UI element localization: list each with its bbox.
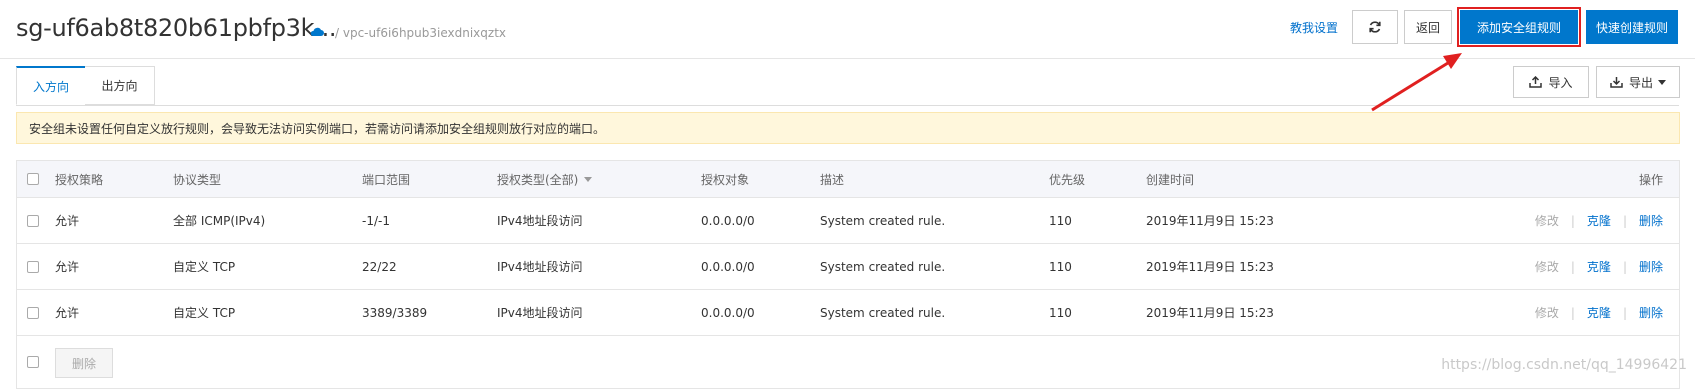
clone-action[interactable]: 克隆 bbox=[1587, 212, 1611, 229]
cell-created: 2019年11月9日 15:23 bbox=[1146, 260, 1274, 274]
cell-protocol: 自定义 TCP bbox=[173, 260, 236, 274]
page-header: sg-uf6ab8t820b61pbfp3k... / vpc-uf6i6hpu… bbox=[0, 0, 1695, 59]
warning-notice: 安全组未设置任何自定义放行规则，会导致无法访问实例端口，若需访问请添加安全组规则… bbox=[16, 112, 1680, 144]
filter-caret-icon bbox=[584, 176, 593, 182]
batch-delete-button[interactable]: 删除 bbox=[55, 348, 113, 378]
download-icon bbox=[1610, 77, 1623, 88]
cell-port: -1/-1 bbox=[362, 213, 390, 228]
select-all-checkbox[interactable] bbox=[27, 173, 39, 185]
cell-priority: 110 bbox=[1049, 259, 1072, 274]
add-security-rule-button[interactable]: 添加安全组规则 bbox=[1460, 10, 1578, 44]
clone-action[interactable]: 克隆 bbox=[1587, 304, 1611, 321]
delete-action[interactable]: 删除 bbox=[1639, 304, 1663, 321]
cell-object: 0.0.0.0/0 bbox=[701, 259, 755, 274]
cell-policy: 允许 bbox=[55, 260, 80, 274]
cell-auth-type: IPv4地址段访问 bbox=[497, 306, 583, 320]
row-checkbox[interactable] bbox=[27, 260, 39, 273]
delete-action[interactable]: 删除 bbox=[1639, 212, 1663, 229]
col-priority: 优先级 bbox=[1049, 172, 1086, 187]
page-title: sg-uf6ab8t820b61pbfp3k... bbox=[16, 14, 337, 42]
col-created: 创建时间 bbox=[1146, 172, 1195, 187]
export-label: 导出 bbox=[1628, 75, 1653, 90]
cell-protocol: 自定义 TCP bbox=[173, 306, 236, 320]
col-port: 端口范围 bbox=[362, 172, 411, 187]
cell-desc: System created rule. bbox=[820, 259, 946, 274]
notice-text: 安全组未设置任何自定义放行规则，会导致无法访问实例端口，若需访问请添加安全组规则… bbox=[29, 121, 606, 136]
tab-inbound[interactable]: 入方向 bbox=[16, 66, 86, 105]
cell-policy: 允许 bbox=[55, 306, 80, 320]
cell-port: 22/22 bbox=[362, 259, 397, 274]
cell-desc: System created rule. bbox=[820, 213, 946, 228]
cell-auth-type: IPv4地址段访问 bbox=[497, 214, 583, 228]
cell-auth-type: IPv4地址段访问 bbox=[497, 260, 583, 274]
cell-object: 0.0.0.0/0 bbox=[701, 213, 755, 228]
cell-created: 2019年11月9日 15:23 bbox=[1146, 306, 1274, 320]
footer-select-all-checkbox[interactable] bbox=[27, 356, 39, 368]
import-label: 导入 bbox=[1548, 75, 1573, 90]
security-rules-table: 授权策略 协议类型 端口范围 授权类型(全部) 授权对象 描述 优先级 创建时间… bbox=[16, 160, 1680, 389]
back-button[interactable]: 返回 bbox=[1404, 10, 1452, 44]
cell-object: 0.0.0.0/0 bbox=[701, 305, 755, 320]
col-policy: 授权策略 bbox=[55, 172, 104, 187]
row-checkbox[interactable] bbox=[27, 214, 39, 227]
cell-priority: 110 bbox=[1049, 305, 1072, 320]
cell-desc: System created rule. bbox=[820, 305, 946, 320]
tab-outbound[interactable]: 出方向 bbox=[85, 66, 155, 105]
col-actions: 操作 bbox=[1638, 172, 1663, 187]
table-row: 允许 全部 ICMP(IPv4) -1/-1 IPv4地址段访问 0.0.0.0… bbox=[17, 198, 1679, 244]
edit-action[interactable]: 修改 bbox=[1535, 304, 1559, 321]
row-checkbox[interactable] bbox=[27, 306, 39, 319]
row-actions: 修改 | 克隆 | 删除 bbox=[1534, 212, 1663, 229]
cell-port: 3389/3389 bbox=[362, 305, 428, 320]
export-button[interactable]: 导出 bbox=[1596, 66, 1680, 98]
col-auth-type[interactable]: 授权类型(全部) bbox=[497, 161, 593, 197]
tab-divider bbox=[16, 105, 1679, 106]
row-actions: 修改 | 克隆 | 删除 bbox=[1534, 258, 1663, 275]
edit-action[interactable]: 修改 bbox=[1535, 212, 1559, 229]
quick-create-rule-button[interactable]: 快速创建规则 bbox=[1586, 10, 1678, 44]
col-desc: 描述 bbox=[820, 172, 845, 187]
cell-policy: 允许 bbox=[55, 214, 80, 228]
import-button[interactable]: 导入 bbox=[1513, 66, 1589, 98]
table-footer: 删除 bbox=[17, 336, 1679, 388]
row-actions: 修改 | 克隆 | 删除 bbox=[1534, 304, 1663, 321]
help-setup-link[interactable]: 教我设置 bbox=[1290, 19, 1338, 36]
clone-action[interactable]: 克隆 bbox=[1587, 258, 1611, 275]
cell-protocol: 全部 ICMP(IPv4) bbox=[173, 214, 266, 228]
refresh-icon bbox=[1369, 21, 1381, 33]
vpc-link[interactable]: / vpc-uf6i6hpub3iexdnixqztx bbox=[335, 26, 506, 40]
refresh-button[interactable] bbox=[1352, 10, 1398, 44]
delete-action[interactable]: 删除 bbox=[1639, 258, 1663, 275]
cell-priority: 110 bbox=[1049, 213, 1072, 228]
col-object: 授权对象 bbox=[701, 172, 750, 187]
table-row: 允许 自定义 TCP 22/22 IPv4地址段访问 0.0.0.0/0 Sys… bbox=[17, 244, 1679, 290]
cell-created: 2019年11月9日 15:23 bbox=[1146, 214, 1274, 228]
caret-down-icon bbox=[1658, 79, 1666, 85]
upload-icon bbox=[1529, 76, 1543, 88]
edit-action[interactable]: 修改 bbox=[1535, 258, 1559, 275]
table-header: 授权策略 协议类型 端口范围 授权类型(全部) 授权对象 描述 优先级 创建时间… bbox=[17, 161, 1679, 198]
table-row: 允许 自定义 TCP 3389/3389 IPv4地址段访问 0.0.0.0/0… bbox=[17, 290, 1679, 336]
cloud-icon bbox=[310, 27, 324, 36]
watermark-text: https://blog.csdn.net/qq_14996421 bbox=[1441, 357, 1687, 373]
col-auth-type-label: 授权类型(全部) bbox=[497, 172, 579, 187]
col-protocol: 协议类型 bbox=[173, 172, 222, 187]
